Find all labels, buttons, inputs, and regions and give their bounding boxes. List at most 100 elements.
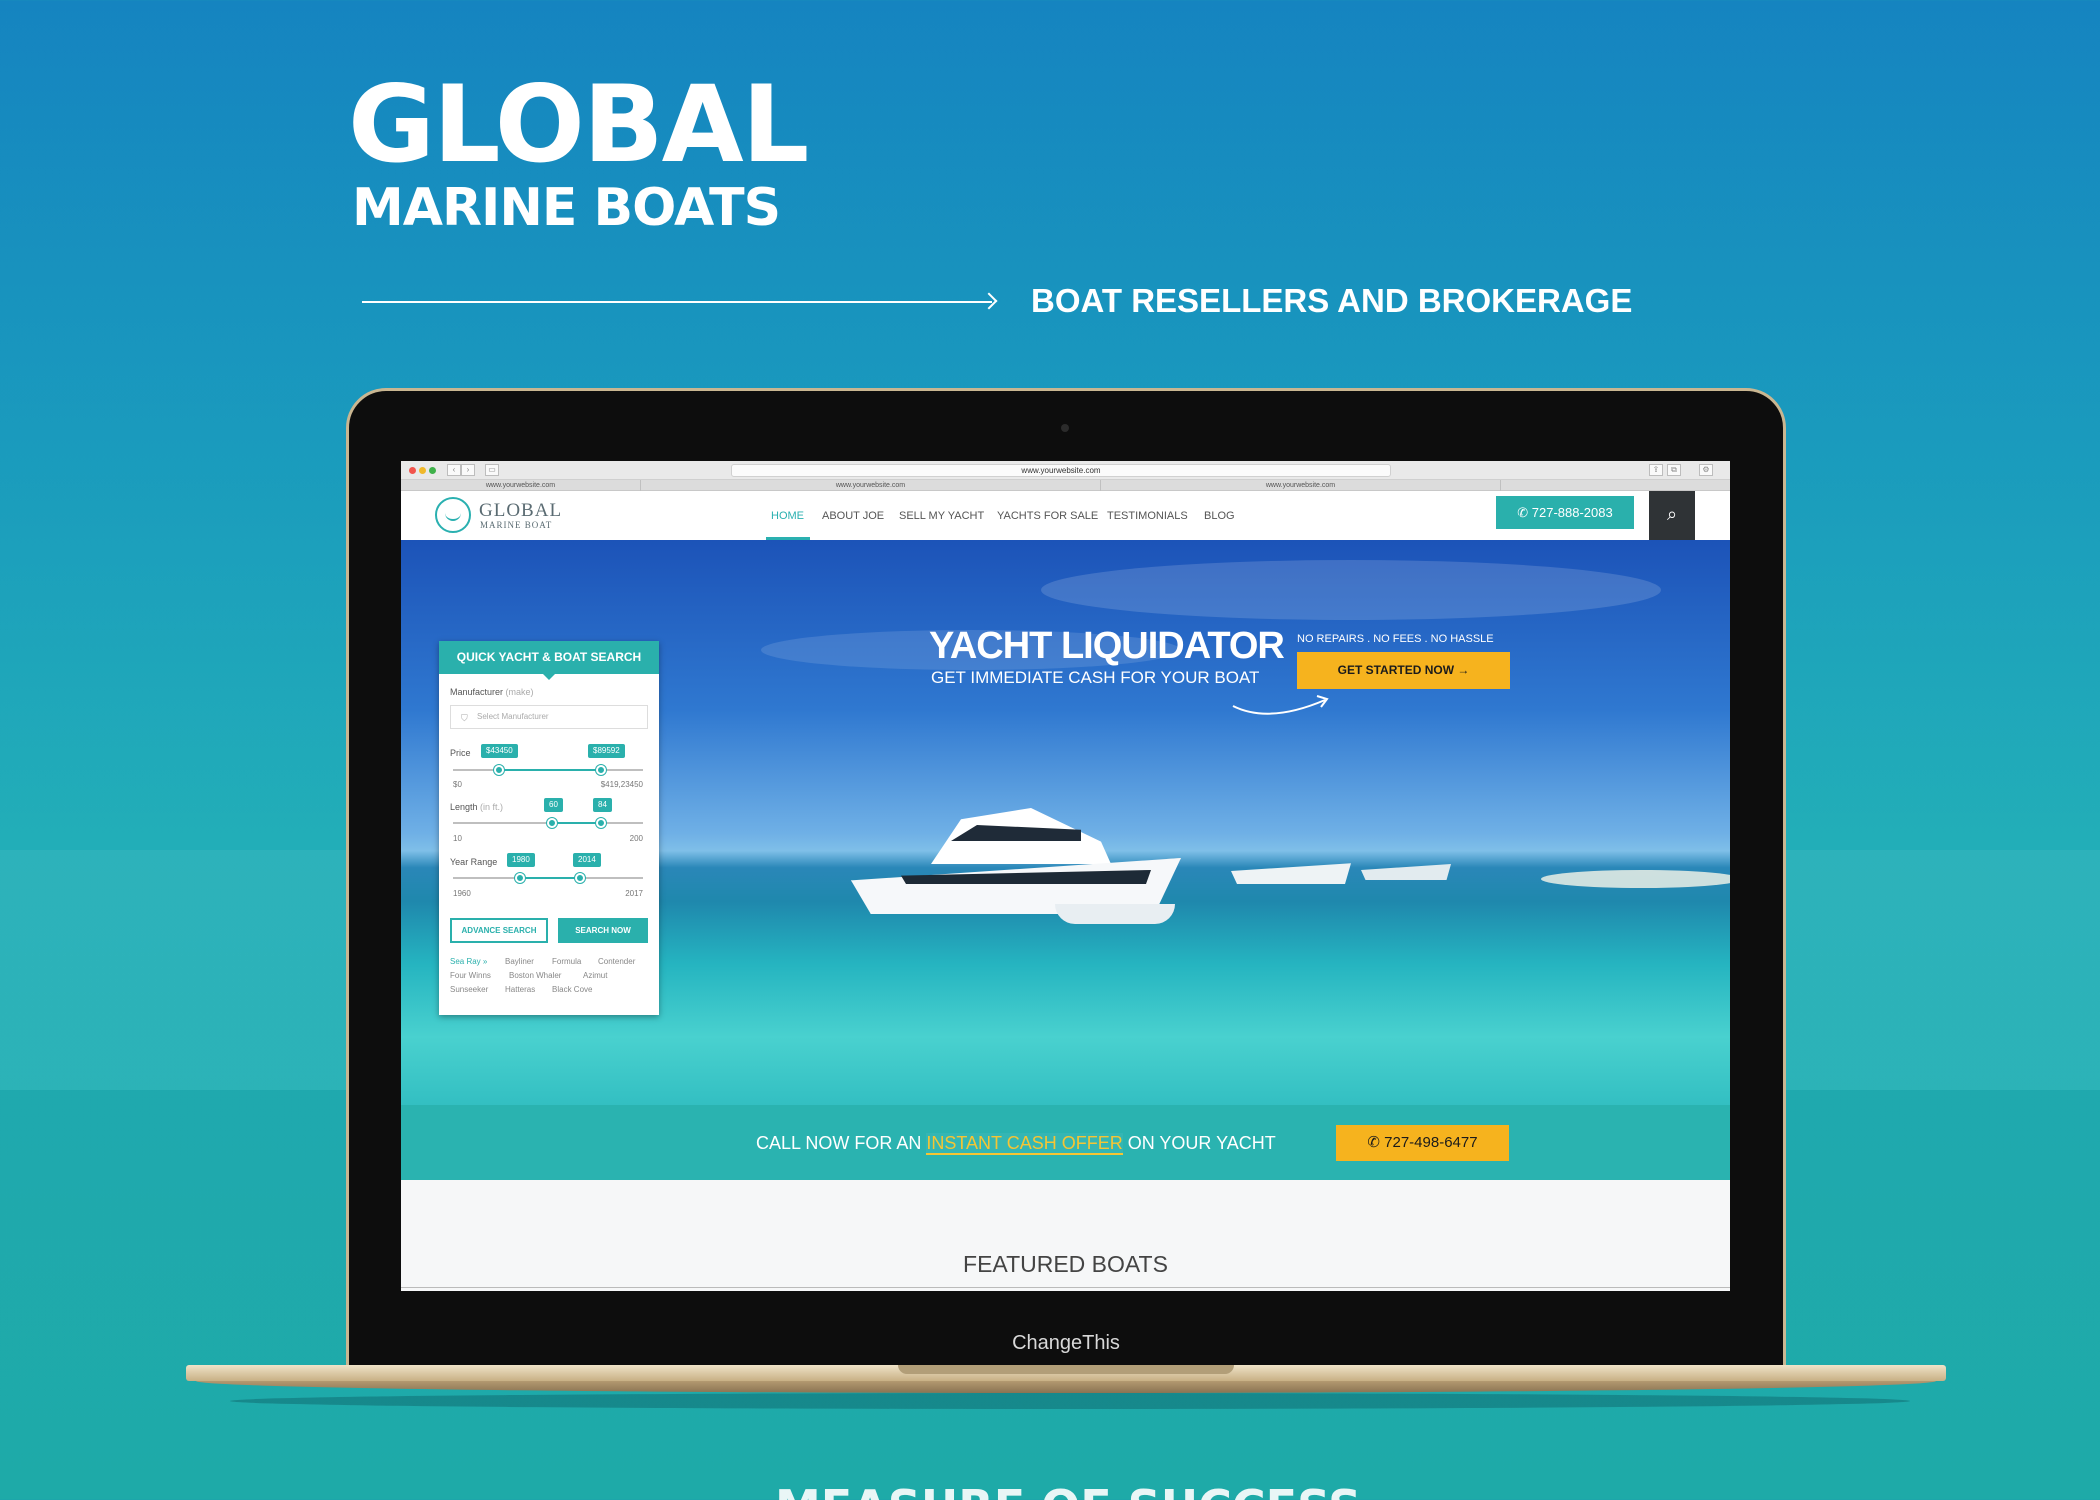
brand-link[interactable]: Boston Whaler <box>509 971 561 980</box>
nav-yachts-for-sale[interactable]: YACHTS FOR SALE <box>997 510 1098 522</box>
cash-offer-text: CALL NOW FOR AN INSTANT CASH OFFER ON YO… <box>756 1133 1276 1155</box>
boat-logo-icon[interactable] <box>435 497 471 533</box>
laptop-label: ChangeThis <box>1012 1332 1120 1354</box>
price-high-bubble: $89592 <box>588 744 625 758</box>
search-icon: ⌕ <box>1666 504 1678 524</box>
manufacturer-select[interactable]: Select Manufacturer <box>450 705 648 729</box>
search-button[interactable]: ⌕ <box>1649 491 1695 540</box>
brand-link[interactable]: Bayliner <box>505 957 534 966</box>
cash-offer-phone-number: 727-498-6477 <box>1384 1134 1478 1151</box>
length-high-bubble: 84 <box>593 798 612 812</box>
promo-tagline: BOAT RESELLERS AND BROKERAGE <box>1031 282 1633 319</box>
year-max-handle[interactable] <box>575 873 586 883</box>
minimize-window-button[interactable] <box>419 467 426 474</box>
call-to-action-bar: CALL NOW FOR AN INSTANT CASH OFFER ON YO… <box>401 1105 1730 1180</box>
get-started-button[interactable]: GET STARTED NOW → <box>1297 652 1510 689</box>
length-slider[interactable] <box>453 818 643 828</box>
length-min-handle[interactable] <box>546 818 557 828</box>
length-max-value: 200 <box>629 834 643 843</box>
cash-offer-highlight: INSTANT CASH OFFER <box>926 1133 1123 1155</box>
price-max-value: $419,23450 <box>600 780 643 789</box>
price-max-handle[interactable] <box>596 765 607 775</box>
share-icon[interactable]: ⇪ <box>1649 464 1663 476</box>
beach <box>1541 870 1730 888</box>
nav-blog[interactable]: BLOG <box>1204 510 1235 522</box>
header-phone-button[interactable]: ✆ 727-888-2083 <box>1496 496 1634 529</box>
nav-home[interactable]: HOME <box>771 510 804 522</box>
settings-icon[interactable]: ⚙ <box>1699 464 1713 476</box>
camera-icon <box>1061 424 1069 432</box>
phone-icon: ✆ <box>1367 1134 1385 1151</box>
yacht-background <box>1231 863 1351 884</box>
tabs-icon[interactable]: ⧉ <box>1667 464 1681 476</box>
hero-subtitle: GET IMMEDIATE CASH FOR YOUR BOAT <box>931 668 1260 687</box>
site-header: GLOBAL MARINE BOAT HOME ABOUT JOE SELL M… <box>401 491 1730 540</box>
year-range-label: Year Range <box>450 857 498 867</box>
year-low-bubble: 1980 <box>507 853 535 867</box>
featured-title: FEATURED BOATS <box>963 1251 1168 1277</box>
tag-icon: ⛉ <box>461 713 468 723</box>
phone-icon: ✆ <box>1517 505 1532 520</box>
cloud <box>1041 560 1661 620</box>
hero-banner: QUICK YACHT & BOAT SEARCH Manufacturer (… <box>401 540 1730 1105</box>
sidebar-icon[interactable]: ▭ <box>485 464 499 476</box>
search-now-button[interactable]: SEARCH NOW <box>558 918 648 943</box>
promo-subtitle: MARINE BOATS <box>352 178 781 238</box>
tender-boat <box>1055 904 1175 924</box>
nav-about-joe[interactable]: ABOUT JOE <box>822 510 884 522</box>
browser-tab-strip: www.yourwebsite.com www.yourwebsite.com … <box>401 480 1730 491</box>
year-range-fill <box>519 877 581 879</box>
brand-link[interactable]: Hatteras <box>505 985 535 994</box>
brand-link[interactable]: Azimut <box>583 971 607 980</box>
forward-icon[interactable]: › <box>461 464 475 476</box>
price-min-handle[interactable] <box>493 765 504 775</box>
search-panel-title: QUICK YACHT & BOAT SEARCH <box>439 641 659 674</box>
laptop-shadow <box>230 1393 1910 1409</box>
maximize-window-button[interactable] <box>429 467 436 474</box>
year-high-bubble: 2014 <box>573 853 601 867</box>
arrow-line <box>362 301 992 303</box>
brand-link[interactable]: Four Winns <box>450 971 491 980</box>
curved-arrow-icon <box>1232 695 1329 715</box>
browser-tab[interactable]: www.yourwebsite.com <box>641 480 1101 491</box>
length-range-fill <box>551 822 602 824</box>
manufacturer-label: Manufacturer (make) <box>450 687 534 697</box>
hero-tags: NO REPAIRS . NO FEES . NO HASSLE <box>1297 633 1494 645</box>
hero-title: YACHT LIQUIDATOR <box>929 625 1285 667</box>
price-label: Price <box>450 748 471 758</box>
price-slider[interactable] <box>453 765 643 775</box>
arrow-right-icon <box>980 292 998 310</box>
year-min-value: 1960 <box>453 889 471 898</box>
browser-toolbar: ‹ › ▭ www.yourwebsite.com ⇪ ⧉ ⚙ <box>401 461 1730 480</box>
brand-link[interactable]: Black Cove <box>552 985 592 994</box>
brand-link[interactable]: Formula <box>552 957 581 966</box>
panel-pointer <box>542 673 556 680</box>
promo-title: GLOBAL <box>348 63 809 186</box>
brand-link-sea-ray[interactable]: Sea Ray » <box>450 957 487 966</box>
logo-subtext[interactable]: MARINE BOAT <box>480 520 552 530</box>
cash-offer-phone-button[interactable]: ✆ 727-498-6477 <box>1336 1125 1509 1161</box>
brand-link[interactable]: Contender <box>598 957 635 966</box>
laptop-notch <box>898 1365 1234 1374</box>
logo-text[interactable]: GLOBAL <box>479 500 562 522</box>
year-min-handle[interactable] <box>514 873 525 883</box>
header-phone-number: 727-888-2083 <box>1531 505 1613 520</box>
yacht-background <box>1361 864 1451 880</box>
length-low-bubble: 60 <box>544 798 563 812</box>
length-min-value: 10 <box>453 834 462 843</box>
address-bar[interactable]: www.yourwebsite.com <box>731 464 1391 477</box>
browser-tab[interactable]: www.yourwebsite.com <box>401 480 641 491</box>
divider <box>401 1287 1730 1288</box>
price-min-value: $0 <box>453 780 462 789</box>
laptop-screen: ‹ › ▭ www.yourwebsite.com ⇪ ⧉ ⚙ www.your… <box>401 461 1730 1291</box>
back-icon[interactable]: ‹ <box>447 464 461 476</box>
length-max-handle[interactable] <box>596 818 607 828</box>
featured-section: FEATURED BOATS <box>401 1180 1730 1291</box>
brand-link[interactable]: Sunseeker <box>450 985 488 994</box>
close-window-button[interactable] <box>409 467 416 474</box>
nav-sell-my-yacht[interactable]: SELL MY YACHT <box>899 510 984 522</box>
year-slider[interactable] <box>453 873 643 883</box>
advance-search-button[interactable]: ADVANCE SEARCH <box>450 918 548 943</box>
nav-testimonials[interactable]: TESTIMONIALS <box>1107 510 1188 522</box>
browser-tab[interactable]: www.yourwebsite.com <box>1101 480 1501 491</box>
